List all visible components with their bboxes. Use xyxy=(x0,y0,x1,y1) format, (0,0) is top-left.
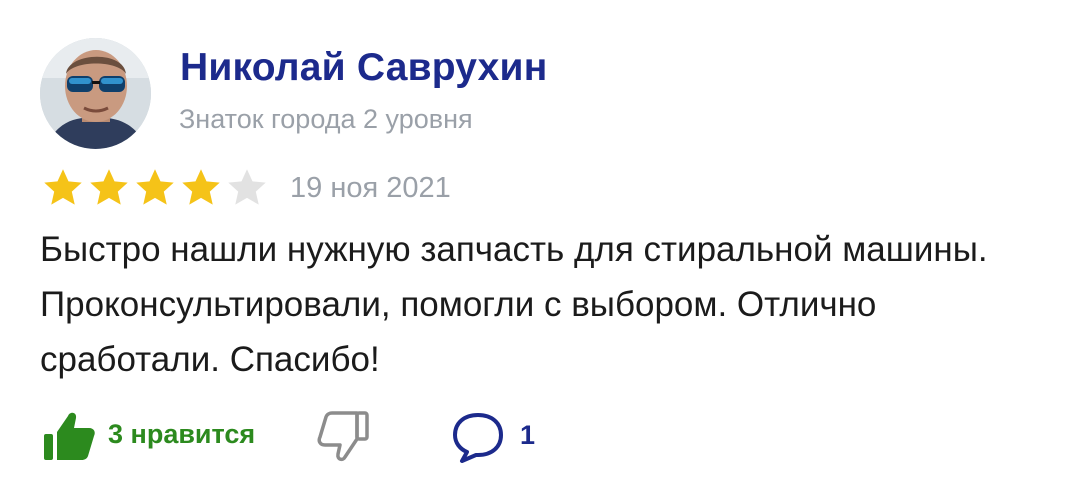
star-icon-filled xyxy=(136,169,174,205)
star-icon-filled xyxy=(90,169,128,205)
like-button[interactable]: 3 нравится xyxy=(40,405,290,465)
author-level: Знаток города 2 уровня xyxy=(179,104,473,134)
star-icon-filled xyxy=(182,169,220,205)
comment-bubble-icon xyxy=(453,413,503,463)
star-icon-empty xyxy=(228,169,266,205)
star-icon-filled xyxy=(44,169,82,205)
review-text: Быстро нашли нужную запчасть для стираль… xyxy=(40,230,988,379)
avatar[interactable] xyxy=(40,38,151,149)
review-date: 19 ноя 2021 xyxy=(290,172,451,204)
like-count-label: 3 нравится xyxy=(108,419,256,449)
dislike-button[interactable] xyxy=(314,409,372,465)
author-name[interactable]: Николай Саврухин xyxy=(180,46,547,90)
comment-button[interactable]: 1 xyxy=(450,409,550,465)
thumbs-up-icon xyxy=(44,412,95,460)
rating-stars xyxy=(40,166,270,210)
review-card: Николай Саврухин Знаток города 2 уровня … xyxy=(0,0,1080,485)
comment-count: 1 xyxy=(520,420,536,450)
thumbs-down-icon xyxy=(317,411,369,462)
